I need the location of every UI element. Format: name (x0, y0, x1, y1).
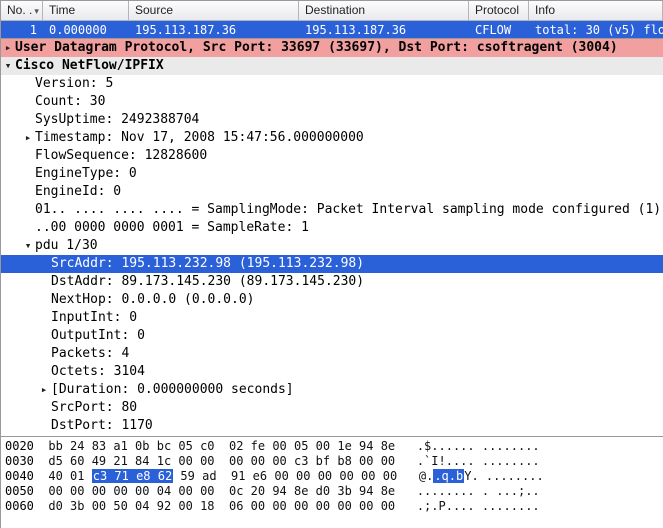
hex-bytes: 59 ad 91 e6 00 00 00 00 00 00 (173, 469, 397, 483)
tree-sampling-mode[interactable]: ▸01.. .... .... .... = SamplingMode: Pac… (1, 201, 663, 219)
tree-srcaddr[interactable]: ▸SrcAddr: 195.113.232.98 (195.113.232.98… (1, 255, 663, 273)
col-header-no[interactable]: No. .▾ (1, 1, 43, 20)
hex-bytes: d0 3b 00 50 04 92 00 18 06 00 00 00 00 0… (48, 499, 395, 513)
hex-ascii: @. (419, 469, 433, 483)
packet-row-1[interactable]: 1 0.000000 195.113.187.36 195.113.187.36… (1, 21, 663, 38)
tree-sample-rate[interactable]: ▸..00 0000 0000 0001 = SampleRate: 1 (1, 219, 663, 237)
hex-bytes-highlight: c3 71 e8 62 (92, 469, 173, 483)
tree-outputint[interactable]: ▸OutputInt: 0 (1, 327, 663, 345)
tree-udp-header[interactable]: ▸ User Datagram Protocol, Src Port: 3369… (1, 39, 663, 57)
hex-offset: 0020 (5, 439, 34, 453)
cell-no: 1 (1, 23, 43, 37)
hex-ascii: .$...... ........ (417, 439, 540, 453)
tree-enginetype[interactable]: ▸EngineType: 0 (1, 165, 663, 183)
tree-count[interactable]: ▸Count: 30 (1, 93, 663, 111)
tree-engineid[interactable]: ▸EngineId: 0 (1, 183, 663, 201)
tree-sysuptime[interactable]: ▸SysUptime: 2492388704 (1, 111, 663, 129)
tree-srcport[interactable]: ▸SrcPort: 80 (1, 399, 663, 417)
hex-bytes: 40 01 (48, 469, 91, 483)
packet-list-header[interactable]: No. .▾ Time Source Destination Protocol … (1, 1, 663, 21)
tree-dstport[interactable]: ▸DstPort: 1170 (1, 417, 663, 435)
col-header-protocol[interactable]: Protocol (469, 1, 529, 20)
twisty-down-icon[interactable]: ▾ (1, 57, 15, 75)
cisco-header-text: Cisco NetFlow/IPFIX (15, 57, 659, 75)
hex-bytes: d5 60 49 21 84 1c 00 00 00 00 00 c3 bf b… (48, 454, 395, 468)
udp-header-text: User Datagram Protocol, Src Port: 33697 … (15, 39, 659, 57)
cell-time: 0.000000 (43, 23, 129, 37)
hex-ascii-highlight: .q.b (433, 469, 464, 483)
twisty-right-icon[interactable]: ▸ (21, 129, 35, 147)
hex-ascii: .;.P.... ........ (417, 499, 540, 513)
cell-info: total: 30 (v5) flows (529, 23, 663, 37)
hex-ascii: .`I!.... ........ (417, 454, 540, 468)
twisty-down-icon[interactable]: ▾ (21, 237, 35, 255)
twisty-right-icon[interactable]: ▸ (1, 39, 15, 57)
cell-source: 195.113.187.36 (129, 23, 299, 37)
col-header-time[interactable]: Time (43, 1, 129, 20)
tree-timestamp[interactable]: ▸Timestamp: Nov 17, 2008 15:47:56.000000… (1, 129, 663, 147)
tree-nexthop[interactable]: ▸NextHop: 0.0.0.0 (0.0.0.0) (1, 291, 663, 309)
tree-packets[interactable]: ▸Packets: 4 (1, 345, 663, 363)
hex-bytes: 00 00 00 00 00 04 00 00 0c 20 94 8e d0 3… (48, 484, 395, 498)
tree-octets[interactable]: ▸Octets: 3104 (1, 363, 663, 381)
tree-flowsequence[interactable]: ▸FlowSequence: 12828600 (1, 147, 663, 165)
col-header-info[interactable]: Info (529, 1, 663, 20)
tree-pdu-header[interactable]: ▾pdu 1/30 (1, 237, 663, 255)
hex-ascii: Y. ........ (464, 469, 543, 483)
tree-cisco-header[interactable]: ▾ Cisco NetFlow/IPFIX (1, 57, 663, 75)
packet-details-pane[interactable]: ▸ User Datagram Protocol, Src Port: 3369… (1, 38, 663, 437)
cell-destination: 195.113.187.36 (299, 23, 469, 37)
tree-version[interactable]: ▸Version: 5 (1, 75, 663, 93)
cell-protocol: CFLOW (469, 23, 529, 37)
col-header-source[interactable]: Source (129, 1, 299, 20)
tree-dstaddr[interactable]: ▸DstAddr: 89.173.145.230 (89.173.145.230… (1, 273, 663, 291)
hex-offset: 0050 (5, 484, 34, 498)
hex-bytes: bb 24 83 a1 0b bc 05 c0 02 fe 00 05 00 1… (48, 439, 395, 453)
hex-ascii: ........ . ...;.. (417, 484, 540, 498)
twisty-right-icon[interactable]: ▸ (37, 381, 51, 399)
hex-pane[interactable]: 0020 bb 24 83 a1 0b bc 05 c0 02 fe 00 05… (1, 437, 663, 525)
tree-inputint[interactable]: ▸InputInt: 0 (1, 309, 663, 327)
tree-duration[interactable]: ▸[Duration: 0.000000000 seconds] (1, 381, 663, 399)
hex-offset: 0030 (5, 454, 34, 468)
col-header-destination[interactable]: Destination (299, 1, 469, 20)
hex-offset: 0040 (5, 469, 34, 483)
hex-offset: 0060 (5, 499, 34, 513)
